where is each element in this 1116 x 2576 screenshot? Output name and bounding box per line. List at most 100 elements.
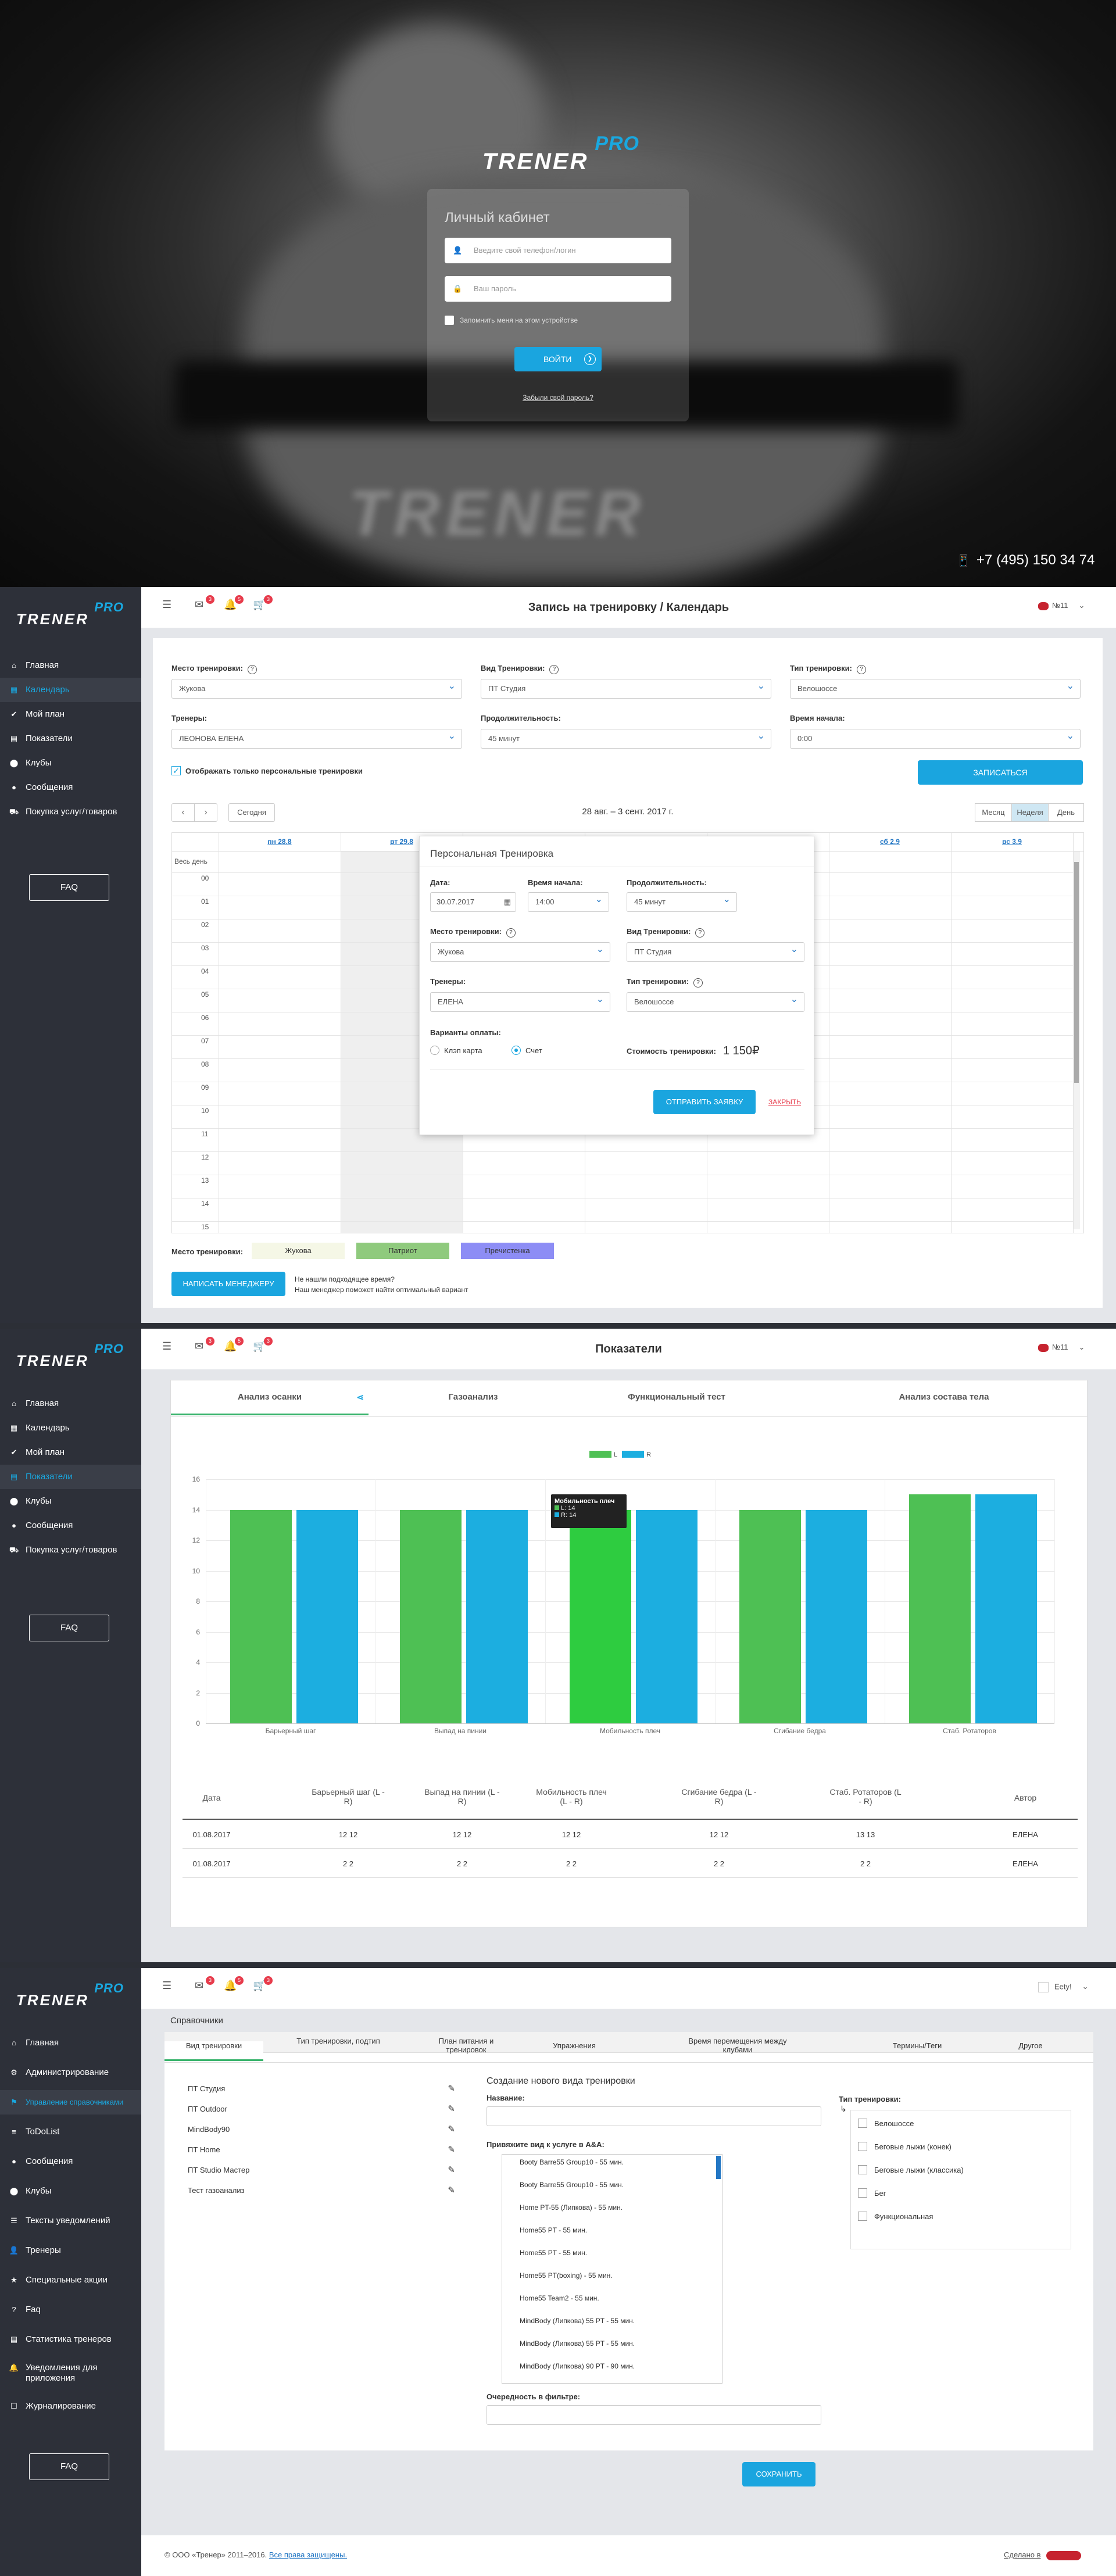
bar-l[interactable] [909,1494,971,1723]
faq-button[interactable]: FAQ [29,1615,109,1641]
tab-functional[interactable]: Функциональный тест [578,1392,775,1402]
hour-row[interactable]: 14 [172,1198,1073,1221]
service-option[interactable]: MindBody (Липкова) 90 PT - 90 мин. [520,2362,635,2370]
scrollbar[interactable] [1074,862,1079,1083]
service-option[interactable]: MindBody (Липкова) 55 PT - 55 мин. [520,2339,635,2348]
view-day[interactable]: День [1048,803,1084,822]
sidebar-item-messages[interactable]: ● Сообщения [0,2149,141,2174]
sidebar-item-home[interactable]: ⌂ Главная [0,653,141,678]
bar-r[interactable] [466,1509,528,1723]
sidebar-item-plan[interactable]: ✔ Мой план [0,1440,141,1465]
day-header[interactable]: вс 3.9 [951,838,1073,846]
bar-r[interactable] [975,1494,1037,1723]
kind-checkbox[interactable] [858,2165,867,2174]
service-option[interactable]: Booty Barre55 Group10 - 55 мин. [520,2158,624,2166]
remember-checkbox[interactable] [445,316,454,325]
sidebar-item-trainer-stats[interactable]: ▤ Статистика тренеров [0,2327,141,2352]
modal-kind-select[interactable]: Велошоссе [627,990,804,1012]
sidebar-item-home[interactable]: ⌂ Главная [0,1391,141,1416]
kind-checkbox[interactable] [858,2212,867,2221]
tab-terms[interactable]: Термины/Теги [874,2041,961,2050]
sidebar-item-plan[interactable]: ✔ Мой план [0,702,141,727]
bar-r[interactable] [636,1509,698,1723]
list-item[interactable]: ПТ Home ✎ [188,2145,455,2155]
sidebar-item-home[interactable]: ⌂ Главная [0,2031,141,2055]
sidebar-item-clubs[interactable]: ⬤ Клубы [0,2179,141,2203]
modal-trainer-select[interactable]: ЕЛЕНА [430,990,610,1012]
sidebar-item-calendar[interactable]: ▦ Календарь [0,1416,141,1440]
name-input[interactable] [487,2106,821,2126]
sidebar-item-faq[interactable]: ? Faq [0,2298,141,2322]
kind-checkbox[interactable] [858,2142,867,2151]
user-menu[interactable]: №11 ⌄ [1038,601,1085,610]
save-button[interactable]: СОХРАНИТЬ [742,2462,815,2486]
edit-icon[interactable]: ✎ [448,2164,455,2175]
sidebar-item-metrics[interactable]: ▤ Показатели [0,1465,141,1489]
modal-date-input[interactable]: 30.07.2017 ▦ [430,892,516,912]
sidebar-item-messages[interactable]: ● Сообщения [0,775,141,800]
forgot-password-link[interactable]: Забыли свой пароль? [427,393,689,402]
personal-only-checkbox[interactable]: ✓ [171,766,181,775]
tab-gas[interactable]: Газоанализ [415,1392,531,1402]
menu-icon[interactable]: ☰ [162,1980,177,1995]
services-listbox[interactable]: Booty Barre55 Group10 - 55 мин. Booty Bar… [502,2154,722,2384]
close-link[interactable]: ЗАКРЫТЬ [768,1098,801,1106]
mail-icon[interactable]: ✉ 3 [195,1976,214,1995]
share-icon[interactable]: ⋖ [356,1392,364,1403]
modal-duration-select[interactable]: 45 минут [627,890,737,912]
list-item[interactable]: ПТ Студия ✎ [188,2084,455,2094]
view-week[interactable]: Неделя [1011,803,1049,822]
tab-posture[interactable]: Анализ осанки ⋖ [171,1392,369,1415]
service-option[interactable]: Home55 PT(boxing) - 55 мин. [520,2271,613,2280]
start-select[interactable]: 0:00 [790,727,1081,749]
faq-button[interactable]: FAQ [29,874,109,901]
sidebar-item-calendar[interactable]: ▦ Календарь [0,678,141,702]
service-option[interactable]: Booty Barre55 Group10 - 55 мин. [520,2181,624,2189]
order-input[interactable] [487,2405,821,2425]
bar-l[interactable] [400,1509,462,1723]
list-item[interactable]: Тест газоанализ ✎ [188,2185,455,2195]
cart-icon[interactable]: 🛒 3 [253,1976,273,1995]
scrollbar[interactable] [716,2156,721,2179]
user-menu[interactable]: Eety! ⌄ [1038,1982,1089,1992]
hour-row[interactable]: 15 [172,1221,1073,1233]
place-select[interactable]: Жукова [171,677,462,699]
hour-row[interactable]: 13 [172,1175,1073,1198]
sidebar-item-journal[interactable]: ☐ Журналирование [0,2394,141,2418]
sidebar-item-administration[interactable]: ⚙ Администрирование [0,2060,141,2085]
bar-r[interactable] [806,1509,867,1723]
pay-card-radio[interactable] [430,1046,439,1055]
send-request-button[interactable]: ОТПРАВИТЬ ЗАЯВКУ [653,1090,756,1114]
tab-training-type[interactable]: Тип тренировки, подтип [289,2037,388,2045]
bar-r[interactable] [296,1509,358,1723]
kind-select[interactable]: Велошоссе [790,677,1081,699]
faq-button[interactable]: FAQ [29,2453,109,2480]
edit-icon[interactable]: ✎ [448,2185,455,2195]
sidebar-item-shop[interactable]: ⛟ Покупка услуг/товаров [0,800,141,824]
edit-icon[interactable]: ✎ [448,2124,455,2134]
bar-l[interactable] [739,1509,801,1723]
day-header[interactable]: сб 2.9 [829,838,951,846]
footer-link[interactable]: Все права защищены. [269,2550,347,2559]
bar-l[interactable] [570,1509,631,1723]
kind-checkbox[interactable] [858,2119,867,2128]
list-item[interactable]: MindBody90 ✎ [188,2124,455,2134]
sidebar-item-shop[interactable]: ⛟ Покупка услуг/товаров [0,1538,141,1562]
bell-icon[interactable]: 🔔 5 [224,1976,244,1995]
sidebar-item-trainers[interactable]: 👤 Тренеры [0,2238,141,2263]
sidebar-item-clubs[interactable]: ⬤ Клубы [0,751,141,775]
kind-checkbox[interactable] [858,2188,867,2198]
modal-place-select[interactable]: Жукова [430,940,610,962]
phone-input[interactable]: 👤 Введите свой телефон/логин [445,238,671,263]
user-menu[interactable]: №11 ⌄ [1038,1343,1085,1352]
hour-row[interactable]: 12 [172,1151,1073,1175]
tab-exercises[interactable]: Упражнения [531,2041,618,2050]
contact-manager-button[interactable]: НАПИСАТЬ МЕНЕДЖЕРУ [171,1272,285,1296]
edit-icon[interactable]: ✎ [448,2103,455,2114]
tab-other[interactable]: Другое [1001,2041,1060,2050]
sidebar-item-messages[interactable]: ● Сообщения [0,1514,141,1538]
sidebar-item-directories[interactable]: ⚑ Управление справочниками [0,2090,141,2115]
view-month[interactable]: Месяц [975,803,1012,822]
duration-select[interactable]: 45 минут [481,727,771,749]
tab-body[interactable]: Анализ состава тела [845,1392,1043,1402]
